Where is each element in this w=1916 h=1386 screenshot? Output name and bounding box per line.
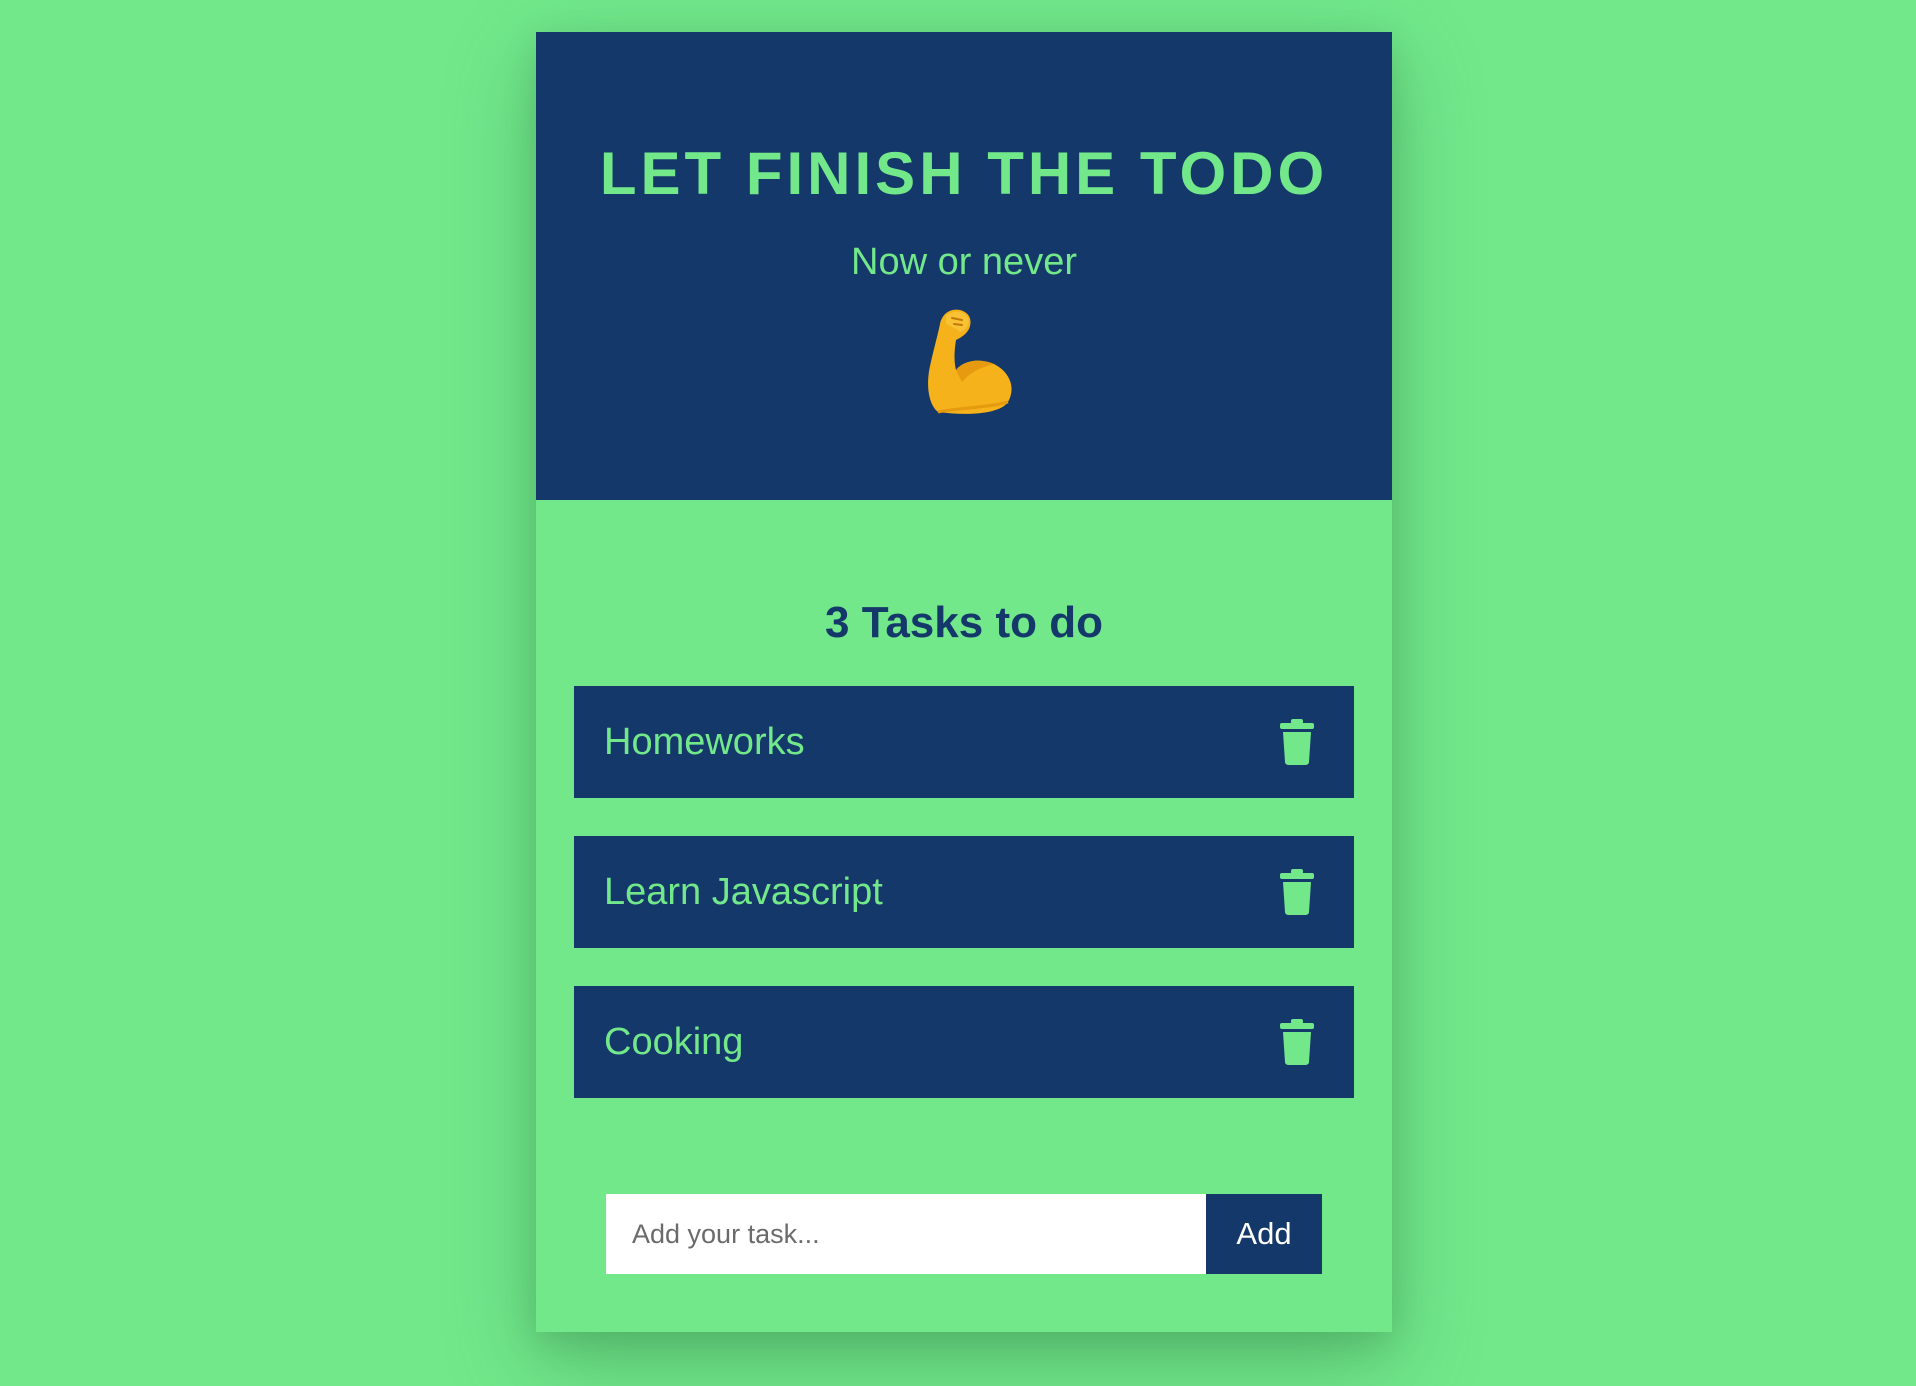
header: LET FINISH THE TODO Now or never (536, 32, 1392, 500)
trash-icon[interactable] (1280, 869, 1314, 915)
task-label: Cooking (604, 1021, 744, 1063)
task-list: Homeworks Learn Javascript Cooking (574, 686, 1354, 1136)
todo-card: LET FINISH THE TODO Now or never 3 Tasks… (536, 32, 1392, 1332)
task-count: 3 Tasks to do (825, 598, 1103, 647)
task-label: Homeworks (604, 721, 805, 763)
add-task-form: Add (606, 1194, 1322, 1274)
page-subtitle: Now or never (851, 241, 1077, 283)
task-item-homeworks: Homeworks (574, 686, 1354, 798)
task-item-learn-javascript: Learn Javascript (574, 836, 1354, 948)
add-button[interactable]: Add (1206, 1194, 1322, 1274)
trash-icon[interactable] (1280, 1019, 1314, 1065)
flexed-biceps-icon (928, 309, 1012, 414)
page-title: LET FINISH THE TODO (599, 140, 1329, 207)
task-label: Learn Javascript (604, 871, 883, 913)
trash-icon[interactable] (1280, 719, 1314, 765)
task-item-cooking: Cooking (574, 986, 1354, 1098)
task-input[interactable] (606, 1194, 1206, 1274)
